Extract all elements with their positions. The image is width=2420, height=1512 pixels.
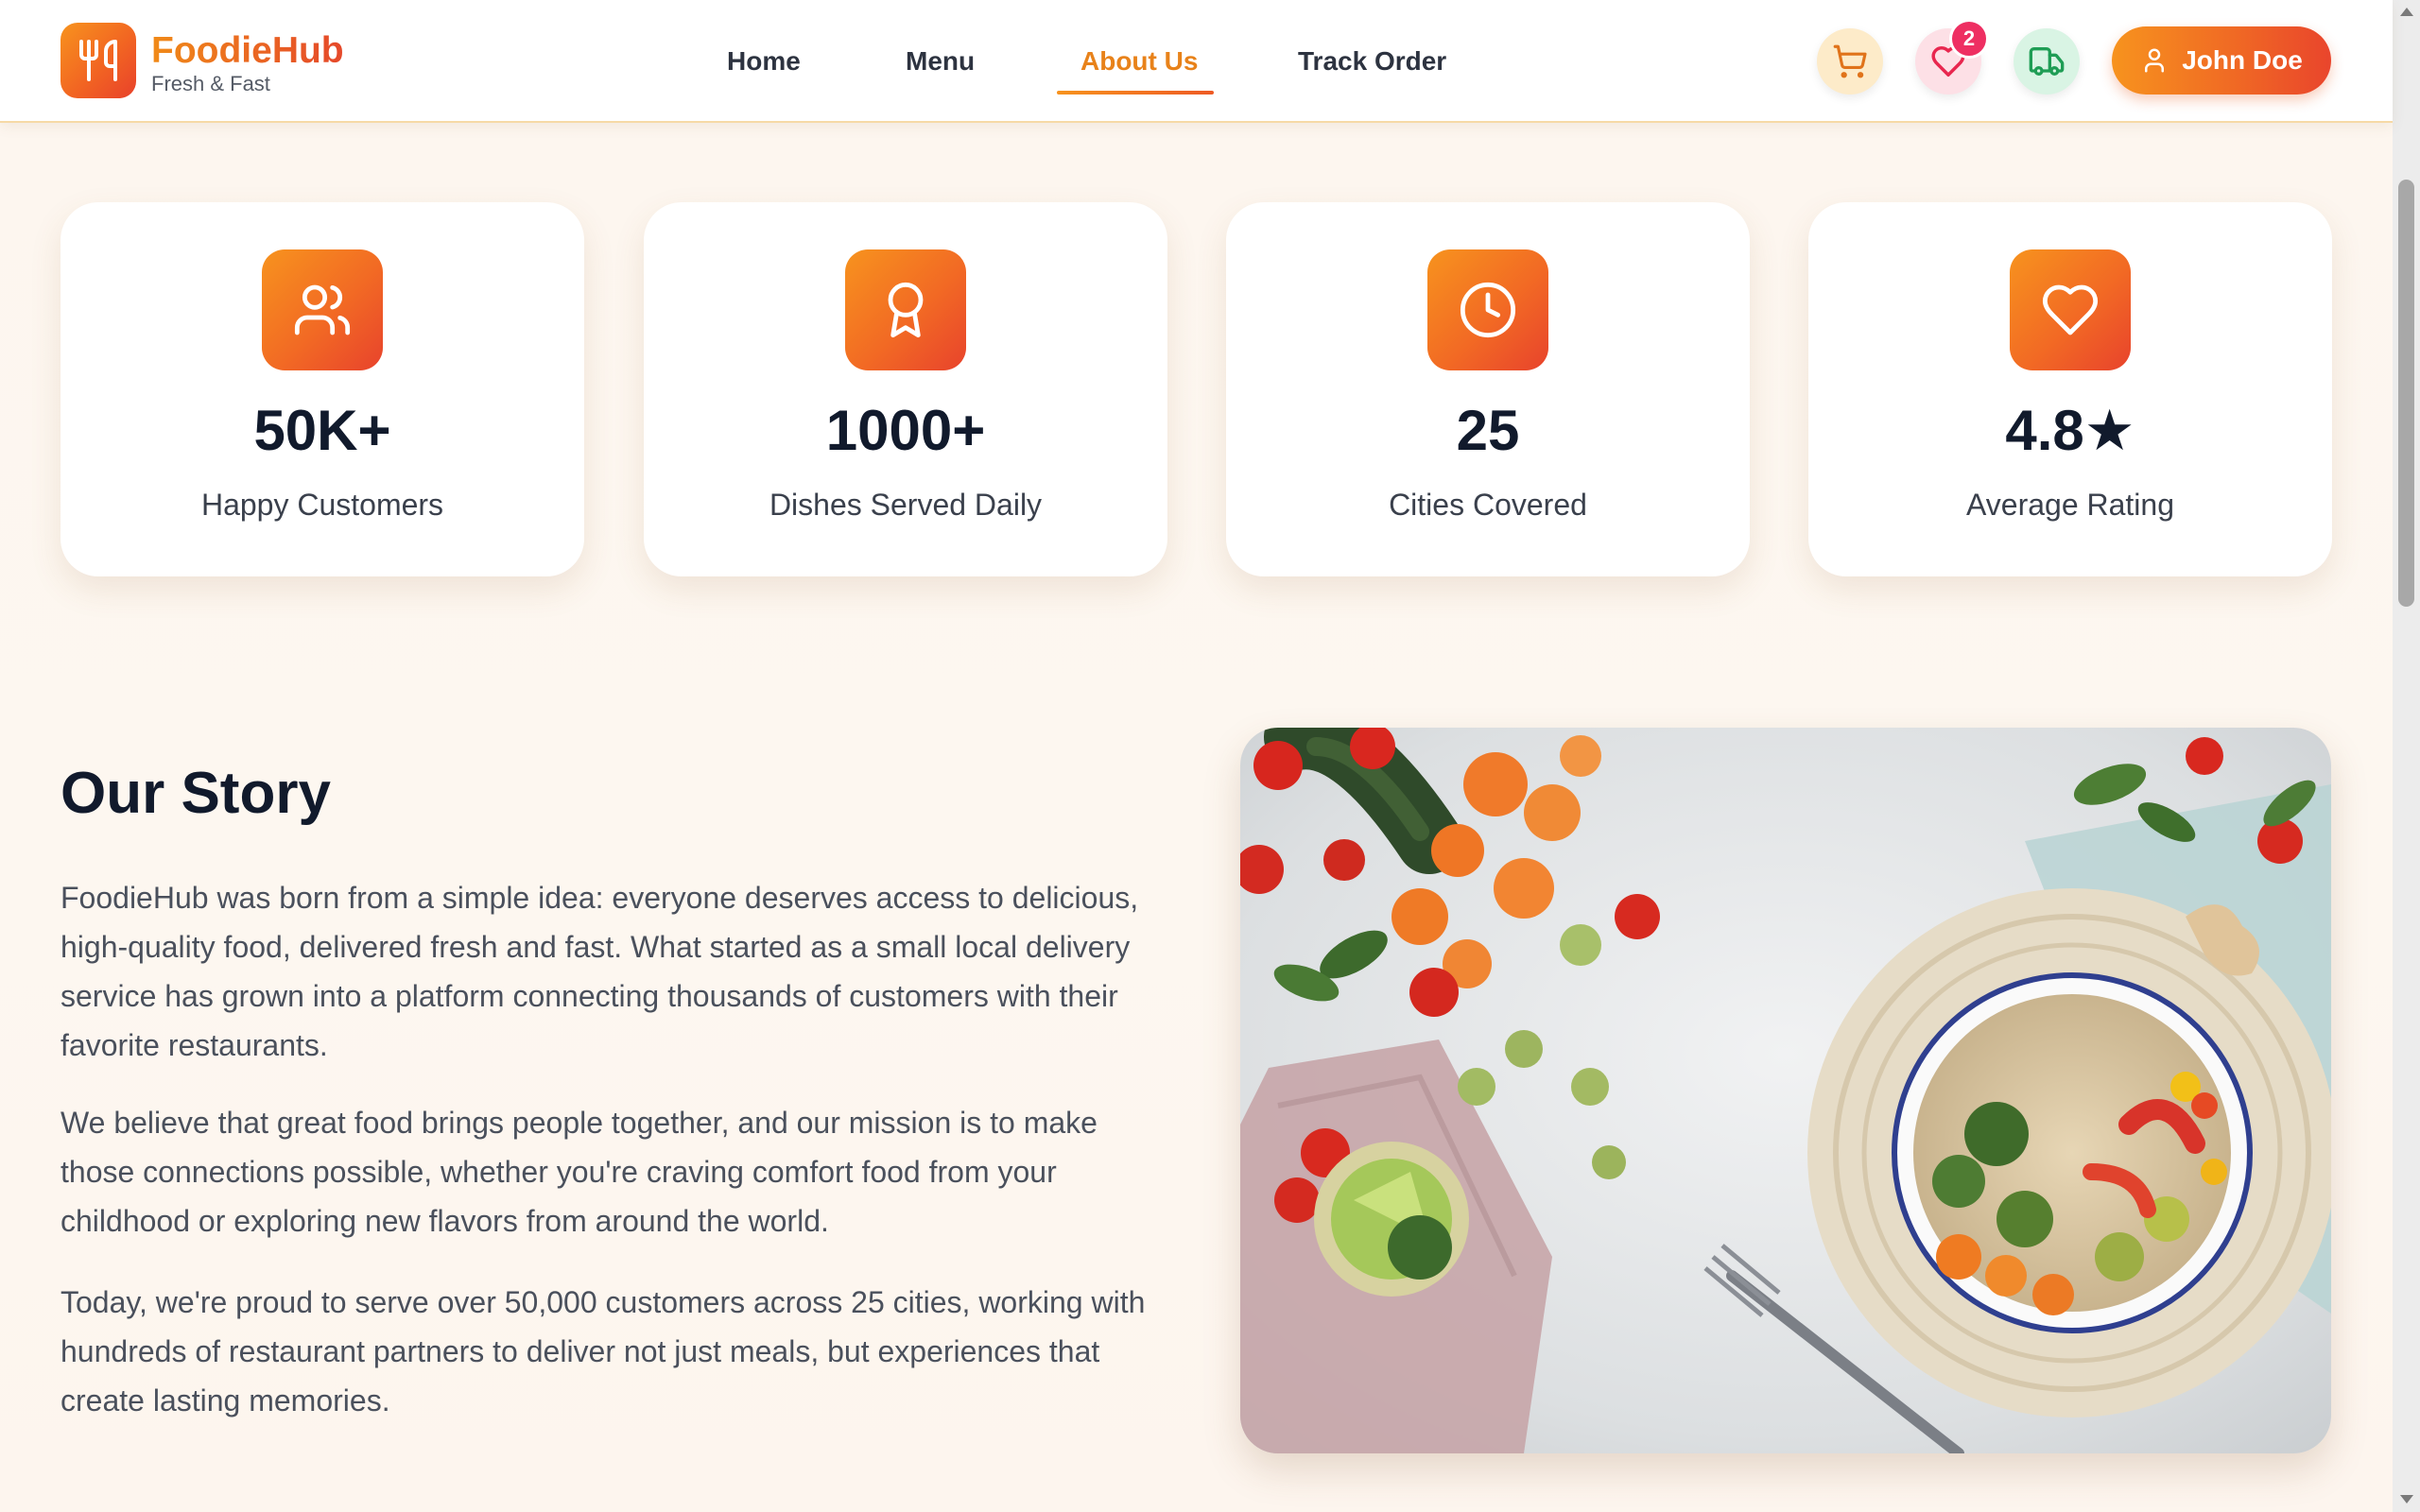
brand-tagline: Fresh & Fast: [151, 72, 270, 95]
track-order-button[interactable]: [2014, 28, 2080, 94]
heart-icon: [2042, 284, 2099, 335]
cart-icon: [1833, 44, 1867, 78]
brand-name[interactable]: FoodieHub: [151, 28, 344, 74]
page-scrollbar[interactable]: [2393, 0, 2420, 1512]
story-paragraph: We believe that great food brings people…: [60, 1106, 1098, 1238]
section-title: Our Story: [60, 761, 331, 826]
stat-icon-box: [845, 249, 966, 370]
user-name: John Doe: [2182, 45, 2303, 75]
stat-label: Cities Covered: [1389, 488, 1587, 522]
users-icon: [294, 284, 351, 335]
scrollbar-thumb[interactable]: [2398, 180, 2414, 607]
nav-menu[interactable]: Menu: [906, 38, 975, 85]
logo[interactable]: [60, 23, 136, 98]
stat-label: Dishes Served Daily: [769, 488, 1043, 522]
clock-icon: [1460, 282, 1516, 338]
story-paragraph: Today, we're proud to serve over 50,000 …: [60, 1285, 1146, 1418]
stat-value: 1000+: [825, 399, 986, 462]
user-icon: [2145, 48, 2165, 73]
user-account-button[interactable]: John Doe: [2112, 26, 2331, 94]
nav-track-order[interactable]: Track Order: [1298, 38, 1446, 85]
stat-icon-box: [2010, 249, 2131, 370]
truck-icon: [2029, 47, 2065, 76]
nav-home[interactable]: Home: [727, 38, 801, 85]
stat-icon-box: [262, 249, 383, 370]
stat-value: 25: [1456, 399, 1520, 462]
favorites-count-badge: 2: [1949, 19, 1989, 59]
award-icon: [888, 282, 924, 338]
active-nav-indicator: [1057, 91, 1214, 94]
stat-card-customers: 50K+ Happy Customers: [60, 202, 584, 576]
utensils-icon: [79, 40, 117, 81]
stat-label: Average Rating: [1966, 488, 2174, 522]
cart-button[interactable]: [1817, 28, 1883, 94]
food-bowl-image: [1240, 728, 2331, 1453]
stat-value: 4.8★: [2005, 399, 2135, 462]
scroll-up-arrow-icon[interactable]: [2400, 8, 2413, 16]
nav-about-us[interactable]: About Us: [1080, 38, 1198, 85]
stat-value: 50K+: [253, 399, 391, 462]
stat-card-cities: 25 Cities Covered: [1226, 202, 1750, 576]
scroll-down-arrow-icon[interactable]: [2400, 1495, 2413, 1503]
stat-card-dishes: 1000+ Dishes Served Daily: [644, 202, 1167, 576]
story-paragraph: FoodieHub was born from a simple idea: e…: [60, 881, 1139, 1062]
stat-label: Happy Customers: [200, 488, 444, 522]
stat-icon-box: [1427, 249, 1548, 370]
stat-card-rating: 4.8★ Average Rating: [1808, 202, 2332, 576]
top-navbar: FoodieHub Fresh & Fast Home Menu About U…: [0, 0, 2393, 123]
